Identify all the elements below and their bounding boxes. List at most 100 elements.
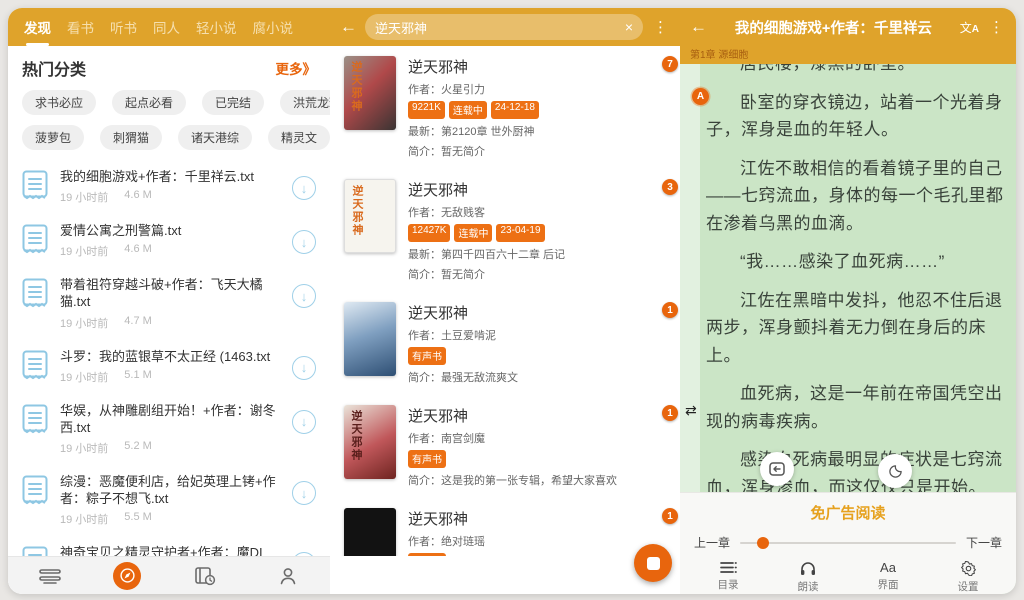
file-size: 5.1 M <box>124 369 152 385</box>
search-result-item[interactable]: 逆天邪神 作者：土豆爱啃泥 有声书 简介：最强无敌流爽文 1 <box>330 292 680 395</box>
category-chip[interactable]: 求书必应 <box>22 90 96 115</box>
download-icon[interactable]: ↓ <box>292 481 316 505</box>
download-icon[interactable]: ↓ <box>292 176 316 200</box>
search-result-item[interactable]: 逆天邪神 逆天邪神 作者：火星引力 9221K 连载中 24-12-18 最新：… <box>330 46 680 169</box>
tab-light-novel[interactable]: 轻小说 <box>196 17 237 37</box>
swap-arrows-icon[interactable]: ⇄ <box>685 402 697 419</box>
search-result-item[interactable]: 逆天邪神 逆天邪神 作者：南宫剑魔 有声书 简介：这是我的第一张专辑，希望大家喜… <box>330 395 680 498</box>
file-row[interactable]: 我的细胞游戏+作者：千里祥云.txt 19 小时前4.6 M ↓ <box>22 160 316 214</box>
file-time: 19 小时前 <box>60 243 108 259</box>
more-link[interactable]: 更多》 <box>276 58 317 78</box>
file-time: 19 小时前 <box>60 189 108 205</box>
category-chip[interactable]: 洪荒龙珠 <box>280 90 330 115</box>
search-input[interactable]: 逆天邪神 × <box>365 14 643 40</box>
book-cover: 逆天邪神 <box>344 56 396 130</box>
prev-chapter-button[interactable]: 上一章 <box>694 534 730 551</box>
read-aloud-label: 朗读 <box>798 579 819 594</box>
file-size: 4.7 M <box>124 315 152 331</box>
book-intro: 简介：最强无敌流爽文 <box>408 369 666 385</box>
tab-listen[interactable]: 听书 <box>110 17 137 37</box>
file-row[interactable]: 综漫：恶魔便利店，给妃英理上铐+作者：粽子不想飞.txt 19 小时前5.5 M… <box>22 465 316 536</box>
menu-kebab-icon[interactable]: ⋮ <box>651 18 670 36</box>
source-count-badge: 1 <box>662 302 678 318</box>
settings-icon <box>961 561 976 576</box>
audiobook-badge: 有声书 <box>408 553 446 556</box>
toc-label: 目录 <box>718 577 739 592</box>
file-title: 带着祖符穿越斗破+作者：飞天大橘猫.txt <box>60 276 280 310</box>
file-row[interactable]: 爱情公寓之刑警篇.txt 19 小时前4.6 M ↓ <box>22 214 316 268</box>
file-size: 5.2 M <box>124 440 152 456</box>
interface-label: 界面 <box>878 577 899 592</box>
float-window-button[interactable] <box>760 452 794 486</box>
category-chip[interactable]: 诸天港综 <box>178 125 252 150</box>
settings-button[interactable]: 设置 <box>940 561 996 594</box>
back-icon[interactable]: ← <box>340 17 357 37</box>
annotation-a-badge-icon[interactable]: A <box>692 88 709 105</box>
file-row[interactable]: 华娱，从神雕剧组开始！+作者：谢冬西.txt 19 小时前 5.2 M ↓ <box>22 394 316 465</box>
download-icon[interactable]: ↓ <box>292 284 316 308</box>
category-chip[interactable]: 起点必看 <box>112 90 186 115</box>
tab-bl-novel[interactable]: 腐小说 <box>253 17 294 37</box>
read-aloud-button[interactable]: 朗读 <box>780 561 836 594</box>
search-result-item[interactable]: 逆天邪神 作者：绝对琏瑶 有声书 简介：暂无简介 1 <box>330 498 680 556</box>
tab-discover[interactable]: 发现 <box>24 17 51 37</box>
compass-icon[interactable] <box>113 562 141 590</box>
book-cover <box>344 302 396 376</box>
reader-header: ← 我的细胞游戏+作者：千里祥云 文A ⋮ 第1章 源细胞 <box>680 8 1016 64</box>
document-icon <box>22 224 48 254</box>
file-title: 华娱，从神雕剧组开始！+作者：谢冬西.txt <box>60 402 280 436</box>
slider-thumb[interactable] <box>757 537 769 549</box>
clear-icon[interactable]: × <box>625 19 633 35</box>
app-window: 发现 看书 听书 同人 轻小说 腐小说 热门分类 更多》 求书必应 起点必看 已… <box>8 8 1016 594</box>
category-chip[interactable]: 精灵文 <box>268 125 330 150</box>
book-author: 作者：绝对琏瑶 <box>408 533 666 549</box>
headphones-icon <box>800 561 816 576</box>
page-edge-overlay <box>680 64 700 492</box>
file-row[interactable]: 神奇宝贝之精灵守护者+作者：魔DI瘾.txt 昨天22:275.5 M ↓ <box>22 536 316 556</box>
tab-read[interactable]: 看书 <box>67 17 94 37</box>
category-chip[interactable]: 菠萝包 <box>22 125 84 150</box>
profile-icon[interactable] <box>268 562 308 590</box>
download-icon[interactable]: ↓ <box>292 410 316 434</box>
interface-button[interactable]: Aa 界面 <box>860 561 916 594</box>
ad-free-link[interactable]: 免广告阅读 <box>680 502 1016 523</box>
source-count-badge: 3 <box>662 179 678 195</box>
progress-slider[interactable] <box>740 542 956 544</box>
font-icon: Aa <box>880 561 896 574</box>
reader-bottom-sheet: 免广告阅读 上一章 下一章 目录 朗读 Aa 界面 <box>680 492 1016 594</box>
source-count-badge: 1 <box>662 405 678 421</box>
file-size: 4.6 M <box>124 243 152 259</box>
date-badge: 24-12-18 <box>491 101 539 119</box>
file-row[interactable]: 带着祖符穿越斗破+作者：飞天大橘猫.txt 19 小时前4.7 M ↓ <box>22 268 316 339</box>
search-result-list: 逆天邪神 逆天邪神 作者：火星引力 9221K 连载中 24-12-18 最新：… <box>330 46 680 556</box>
bookshelf-icon[interactable] <box>30 562 70 590</box>
source-count-badge: 1 <box>662 508 678 524</box>
stop-fab-button[interactable] <box>634 544 672 582</box>
file-title: 我的细胞游戏+作者：千里祥云.txt <box>60 168 280 185</box>
toc-icon <box>720 561 737 574</box>
next-chapter-button[interactable]: 下一章 <box>966 534 1002 551</box>
book-author: 作者：土豆爱啃泥 <box>408 327 666 343</box>
chapter-label: 第1章 源细胞 <box>690 46 748 61</box>
download-icon[interactable]: ↓ <box>292 356 316 380</box>
category-chip[interactable]: 已完结 <box>202 90 264 115</box>
file-time: 19 小时前 <box>60 440 108 456</box>
download-icon[interactable]: ↓ <box>292 230 316 254</box>
book-latest: 最新：第四千四百六十二章 后记 <box>408 246 666 262</box>
search-result-item[interactable]: 逆天邪神 逆天邪神 作者：无敌贱客 12427K 连载中 23-04-19 最新… <box>330 169 680 292</box>
book-intro: 简介：暂无简介 <box>408 266 666 282</box>
rotate-moon-button[interactable] <box>878 454 912 488</box>
back-icon[interactable]: ← <box>690 17 707 37</box>
word-count-badge: 12427K <box>408 224 450 242</box>
bookstore-icon[interactable] <box>185 562 225 590</box>
file-row[interactable]: 斗罗：我的蓝银草不太正经 (1463.txt 19 小时前5.1 M ↓ <box>22 340 316 394</box>
file-title: 神奇宝贝之精灵守护者+作者：魔DI瘾.txt <box>60 544 280 556</box>
crescent-icon <box>888 464 903 479</box>
menu-kebab-icon[interactable]: ⋮ <box>987 18 1006 36</box>
toc-button[interactable]: 目录 <box>700 561 756 594</box>
translate-icon[interactable]: 文A <box>960 19 979 36</box>
tab-fanfic[interactable]: 同人 <box>153 17 180 37</box>
file-size: 5.5 M <box>124 511 152 527</box>
category-chip[interactable]: 刺猬猫 <box>100 125 162 150</box>
book-cover <box>344 508 396 556</box>
